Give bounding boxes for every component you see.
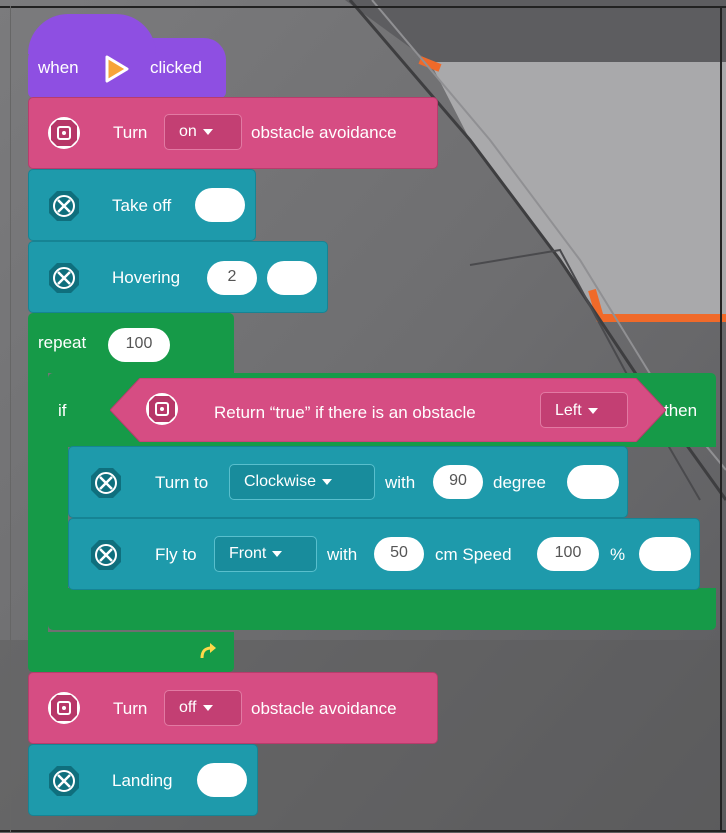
chevron-down-icon <box>272 550 283 557</box>
repeat-block[interactable]: repeat 100 <box>28 313 234 373</box>
frame-right-line <box>720 6 722 832</box>
turn-label: Turn <box>113 123 148 142</box>
fly-to-label: Fly to <box>155 545 197 564</box>
chevron-down-icon <box>202 128 213 135</box>
chevron-down-icon <box>587 407 598 414</box>
frame-top-line <box>0 6 726 8</box>
chevron-down-icon <box>202 704 213 711</box>
condition-text: Return “true” if there is an obstacle <box>214 403 476 422</box>
obstacle-direction-dropdown[interactable]: Left <box>540 392 628 428</box>
with-label: with <box>385 473 416 492</box>
then-label: then <box>664 401 698 420</box>
obstacle-avoidance-off-block[interactable]: Turn off obstacle avoidance <box>28 672 438 744</box>
avoidance-state-dropdown[interactable]: off <box>164 690 242 726</box>
avoidance-state-value: on <box>179 123 197 140</box>
fly-extra-input[interactable] <box>639 537 691 571</box>
percent-label: % <box>610 545 626 564</box>
obstacle-sensor-icon <box>48 692 80 724</box>
hover-extra-input[interactable] <box>267 261 317 295</box>
if-label: if <box>58 401 67 420</box>
turn-direction-dropdown[interactable]: Clockwise <box>229 464 375 500</box>
turn-to-block[interactable]: Turn to Clockwise with 90 degree <box>68 446 628 518</box>
repeat-count-value: 100 <box>125 335 153 352</box>
repeat-footer <box>28 632 234 672</box>
repeat-arm <box>28 372 48 642</box>
fly-direction-value: Front <box>229 545 267 562</box>
fly-to-block[interactable]: Fly to Front with 50 cm Speed 100 % <box>68 518 700 590</box>
landing-block[interactable]: Landing <box>28 744 258 816</box>
avoidance-state-dropdown[interactable]: on <box>164 114 242 150</box>
scratch-workspace: when clicked Turn on obstacle avoidance … <box>0 0 726 833</box>
fly-distance-input[interactable]: 50 <box>374 537 424 571</box>
take-off-input[interactable] <box>195 188 245 222</box>
drone-icon <box>49 191 79 221</box>
if-footer <box>48 588 716 630</box>
hat-cap <box>28 14 156 54</box>
fly-distance-value: 50 <box>390 544 408 561</box>
obstacle-avoidance-on-block[interactable]: Turn on obstacle avoidance <box>28 97 438 169</box>
avoidance-state-value: off <box>179 699 197 716</box>
hovering-label: Hovering <box>112 268 181 287</box>
frame-bottom-line <box>0 830 726 832</box>
loop-arrow-icon <box>200 643 216 659</box>
obstacle-sensor-icon <box>146 393 178 425</box>
cm-speed-label: cm Speed <box>435 545 512 564</box>
hover-seconds-value: 2 <box>227 268 237 285</box>
turn-degrees-input[interactable]: 90 <box>433 465 483 499</box>
chevron-down-icon <box>322 478 333 485</box>
degree-label: degree <box>493 473 546 492</box>
turn-degrees-value: 90 <box>449 472 467 489</box>
obstacle-sensor-icon <box>48 117 80 149</box>
turn-direction-value: Clockwise <box>244 473 317 490</box>
obstacle-avoidance-label: obstacle avoidance <box>251 123 397 142</box>
turn-extra-input[interactable] <box>567 465 619 499</box>
frame-left-line <box>10 6 11 832</box>
obstacle-avoidance-label: obstacle avoidance <box>251 699 397 718</box>
take-off-label: Take off <box>112 196 172 215</box>
hover-seconds-input[interactable]: 2 <box>207 261 257 295</box>
if-arm <box>48 446 68 590</box>
hat-when-label: when <box>38 58 79 77</box>
with-label: with <box>327 545 358 564</box>
turn-label: Turn <box>113 699 148 718</box>
obstacle-direction-value: Left <box>555 402 582 419</box>
fly-speed-value: 100 <box>554 544 582 561</box>
drone-icon <box>49 263 79 293</box>
drone-icon <box>49 766 79 796</box>
drone-icon <box>91 540 121 570</box>
landing-label: Landing <box>112 771 173 790</box>
take-off-block[interactable]: Take off <box>28 169 256 241</box>
fly-direction-dropdown[interactable]: Front <box>214 536 317 572</box>
hat-clicked-label: clicked <box>150 58 202 77</box>
landing-input[interactable] <box>197 763 247 797</box>
repeat-label: repeat <box>38 333 87 352</box>
play-flag-icon <box>105 55 129 83</box>
fly-speed-input[interactable]: 100 <box>537 537 599 571</box>
hovering-block[interactable]: Hovering 2 <box>28 241 328 313</box>
turn-to-label: Turn to <box>155 473 209 492</box>
drone-icon <box>91 468 121 498</box>
repeat-count-input[interactable]: 100 <box>108 328 170 362</box>
